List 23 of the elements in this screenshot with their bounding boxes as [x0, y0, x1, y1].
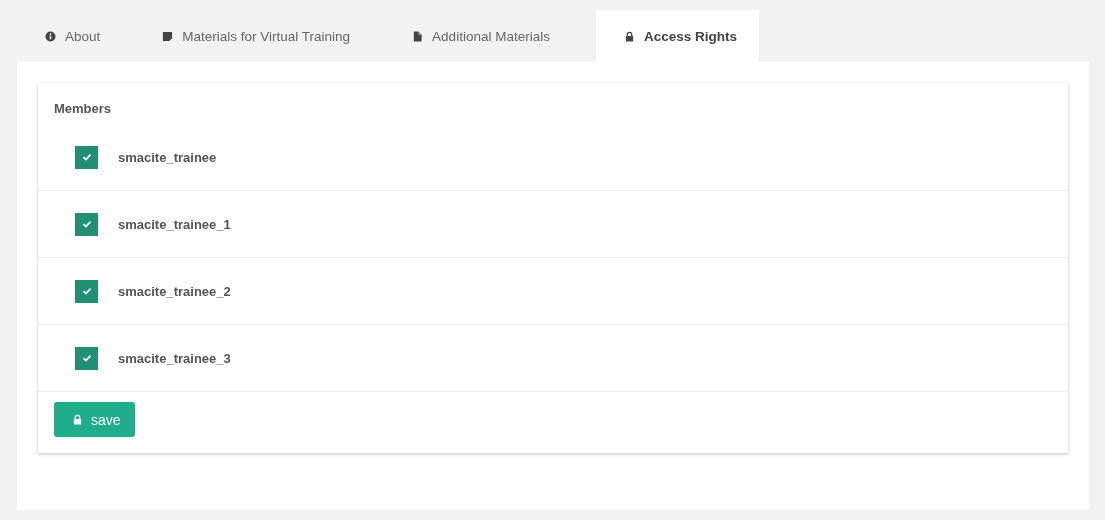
checkmark-icon [80, 352, 93, 364]
checkbox[interactable] [75, 145, 98, 169]
tab[interactable]: About [29, 10, 121, 62]
lock-icon [72, 414, 83, 425]
checkmark-icon [80, 218, 93, 230]
checkbox[interactable] [75, 279, 98, 303]
checkmark-icon [80, 285, 93, 297]
members-title: Members [53, 100, 113, 118]
save-button[interactable]: save [54, 402, 135, 437]
tab[interactable]: Materials for Virtual Training [146, 10, 371, 62]
checkbox[interactable] [75, 346, 98, 370]
checkmark-icon [80, 151, 93, 163]
file-icon [412, 30, 424, 42]
member-name: smacite_trainee_1 [118, 216, 231, 232]
checkbox[interactable] [75, 212, 98, 236]
tab[interactable]: Access Rights [595, 10, 759, 62]
tab[interactable]: Additional Materials [396, 10, 570, 62]
note-icon [162, 30, 174, 42]
member-name: smacite_trainee_3 [118, 350, 231, 366]
info-icon [45, 30, 56, 42]
lock-icon [623, 30, 635, 42]
member-name: smacite_trainee_2 [118, 283, 231, 299]
member-name: smacite_trainee [118, 149, 217, 165]
